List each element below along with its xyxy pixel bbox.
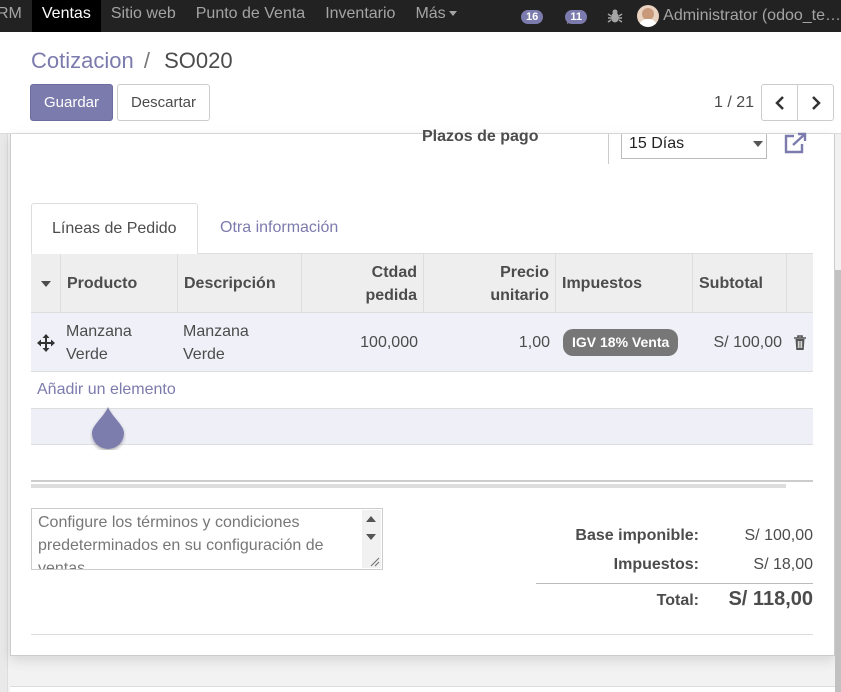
field-divider [608, 134, 609, 164]
untaxed-amount-value: S/ 100,00 [744, 527, 814, 544]
caret-down-icon [753, 141, 763, 147]
save-button[interactable]: Guardar [30, 84, 113, 121]
tax-badge: IGV 18% Venta [563, 329, 679, 356]
scroll-up-arrow-icon[interactable] [366, 516, 376, 522]
nav-item-inventario[interactable]: Inventario [315, 0, 405, 32]
tab-order-lines[interactable]: Líneas de Pedido [31, 203, 198, 254]
cell-quantity[interactable]: 100,000 [302, 313, 423, 372]
taxes-amount-value: S/ 18,00 [753, 556, 813, 573]
page-scrollbar-thumb[interactable] [835, 270, 841, 692]
totals-separator [536, 583, 813, 584]
cell-subtotal: S/ 100,00 [713, 334, 783, 351]
row-drag-handle[interactable] [31, 313, 61, 372]
column-header-unit-price-line1: Precio [500, 263, 549, 281]
left-panel-edge [0, 134, 8, 692]
payment-terms-label: Plazos de pago [422, 128, 539, 145]
pager-previous-button[interactable] [761, 84, 798, 121]
terms-and-conditions-field[interactable]: Configure los términos y condiciones pre… [31, 508, 383, 570]
taxes-amount-label: Impuestos: [613, 556, 699, 573]
total-label: Total: [656, 592, 699, 609]
chevron-right-icon [811, 95, 821, 110]
user-menu-name[interactable]: Administrator (odoo_te… [663, 7, 841, 25]
total-value: S/ 118,00 [728, 588, 813, 610]
column-header-quantity[interactable]: Ctdad pedida [302, 254, 424, 313]
column-header-taxes[interactable]: Impuestos [556, 254, 693, 313]
messages-menu[interactable]: 16 [521, 6, 545, 26]
resize-handle-icon[interactable] [369, 556, 380, 567]
column-header-unit-price-line2: unitario [490, 286, 549, 304]
cell-description-line1: Manzana [183, 322, 249, 340]
tab-other-info[interactable]: Otra información [200, 203, 358, 254]
cell-description[interactable]: Manzana Verde [178, 313, 302, 372]
cell-description-line2: Verde [183, 345, 225, 363]
column-header-quantity-line2: pedida [365, 286, 417, 304]
add-line-link[interactable]: Añadir un elemento [37, 381, 176, 399]
chevron-left-icon [774, 95, 784, 110]
move-arrows-icon [37, 333, 55, 352]
nav-item-mas-label: Más [415, 5, 446, 22]
cell-taxes[interactable]: IGV 18% Venta [558, 313, 693, 372]
breadcrumb-current: SO020 [164, 48, 233, 73]
nav-item-punto-de-venta[interactable]: Punto de Venta [186, 0, 315, 32]
breadcrumb-separator: / [143, 48, 150, 73]
caret-down-icon [40, 280, 51, 287]
cell-product-text: Manzana Verde [66, 320, 132, 366]
breadcrumb: Cotizacion / SO020 [31, 48, 233, 74]
column-header-quantity-text: Ctdad pedida [365, 261, 417, 307]
column-header-subtotal[interactable]: Subtotal [693, 254, 787, 313]
notebook-tabs: Líneas de Pedido Otra información [31, 203, 813, 254]
discard-button[interactable]: Descartar [117, 84, 210, 121]
cell-product-line1: Manzana [66, 322, 132, 340]
pager-value[interactable]: 1 / 21 [714, 94, 754, 112]
caret-down-icon [448, 11, 457, 17]
column-header-unit-price-text: Precio unitario [490, 261, 549, 307]
nav-item-mas[interactable]: Más [405, 0, 466, 32]
empty-table-row [31, 408, 813, 445]
column-header-quantity-line1: Ctdad [371, 263, 417, 281]
column-header-description[interactable]: Descripción [178, 254, 302, 313]
scroll-down-arrow-icon[interactable] [366, 534, 376, 540]
section-divider [31, 634, 813, 635]
control-panel: Cotizacion / SO020 Guardar Descartar 1 /… [0, 32, 841, 134]
payment-terms-select[interactable]: 15 Días [621, 134, 767, 159]
bug-icon[interactable] [607, 8, 623, 24]
breadcrumb-parent-link[interactable]: Cotizacion [31, 48, 134, 73]
chatter-top-edge [10, 686, 835, 692]
nav-item-crm[interactable]: RM [0, 0, 32, 32]
cell-product-line2: Verde [66, 345, 108, 363]
table-scrollbar-track[interactable] [31, 480, 813, 482]
order-lines-header: Producto Descripción Ctdad pedida Precio… [31, 254, 813, 313]
activities-count-badge: 11 [565, 10, 588, 24]
cell-description-text: Manzana Verde [183, 320, 249, 366]
avatar[interactable] [637, 5, 660, 27]
systray: 16 11 Administrator (odoo_te… [511, 0, 841, 32]
pager-next-button[interactable] [797, 84, 834, 121]
cell-unit-price[interactable]: 1,00 [424, 313, 555, 372]
column-handle-header[interactable] [31, 254, 61, 313]
delete-line-button[interactable] [787, 313, 813, 372]
nav-item-sitio-web[interactable]: Sitio web [101, 0, 186, 32]
column-header-unit-price[interactable]: Precio unitario [424, 254, 556, 313]
table-scrollbar-thumb[interactable] [31, 484, 786, 488]
messages-count-badge: 16 [521, 10, 544, 24]
cell-product[interactable]: Manzana Verde [61, 313, 178, 372]
column-header-product[interactable]: Producto [61, 254, 178, 313]
untaxed-amount-label: Base imponible: [575, 527, 699, 544]
touch-cursor-icon [92, 407, 124, 449]
top-navbar: RM Ventas Sitio web Punto de Venta Inven… [0, 0, 841, 32]
trash-icon [794, 334, 806, 350]
external-link-icon[interactable] [782, 132, 808, 154]
activities-menu[interactable]: 11 [565, 6, 589, 26]
table-row[interactable]: Manzana Verde Manzana Verde 100,000 1,00… [31, 313, 813, 372]
nav-item-ventas[interactable]: Ventas [31, 0, 101, 32]
